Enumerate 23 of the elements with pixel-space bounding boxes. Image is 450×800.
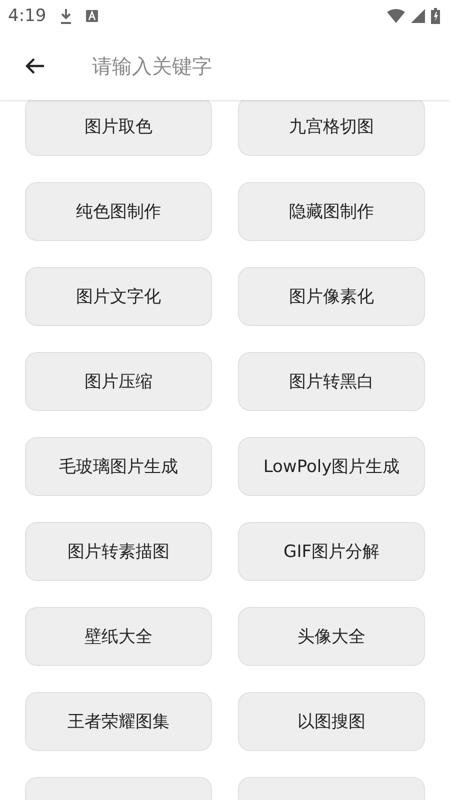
status-time: 4:19 bbox=[8, 6, 46, 26]
tool-button[interactable]: 图片取色 bbox=[25, 97, 212, 156]
tool-button[interactable]: 图片转黑白 bbox=[238, 352, 425, 411]
tool-button[interactable]: 图片文字化 bbox=[25, 267, 212, 326]
wifi-icon bbox=[387, 9, 405, 23]
tool-button[interactable]: 纯色图制作 bbox=[25, 182, 212, 241]
tool-button[interactable]: 壁纸大全 bbox=[25, 607, 212, 666]
search-field[interactable]: 请输入关键字 bbox=[90, 53, 394, 79]
download-icon bbox=[60, 8, 72, 24]
tool-button[interactable]: 图片转素描图 bbox=[25, 522, 212, 581]
tool-button[interactable]: 头像大全 bbox=[238, 607, 425, 666]
tool-button[interactable]: 王者荣耀图集 bbox=[25, 692, 212, 751]
tool-button[interactable]: 隐藏图制作 bbox=[238, 182, 425, 241]
signal-icon bbox=[411, 9, 425, 23]
tool-button[interactable]: 图片像素化 bbox=[238, 267, 425, 326]
app-notification-icon bbox=[86, 10, 98, 22]
battery-icon bbox=[431, 8, 440, 24]
tool-button[interactable]: LowPoly图片生成 bbox=[238, 437, 425, 496]
tool-button[interactable]: 毛玻璃图片生成 bbox=[25, 437, 212, 496]
tool-button[interactable]: 九宫格切图 bbox=[238, 97, 425, 156]
tool-button[interactable]: 以图搜图 bbox=[238, 692, 425, 751]
tool-button[interactable]: 图片压缩 bbox=[25, 352, 212, 411]
tool-button[interactable]: GIF图片分解 bbox=[238, 522, 425, 581]
